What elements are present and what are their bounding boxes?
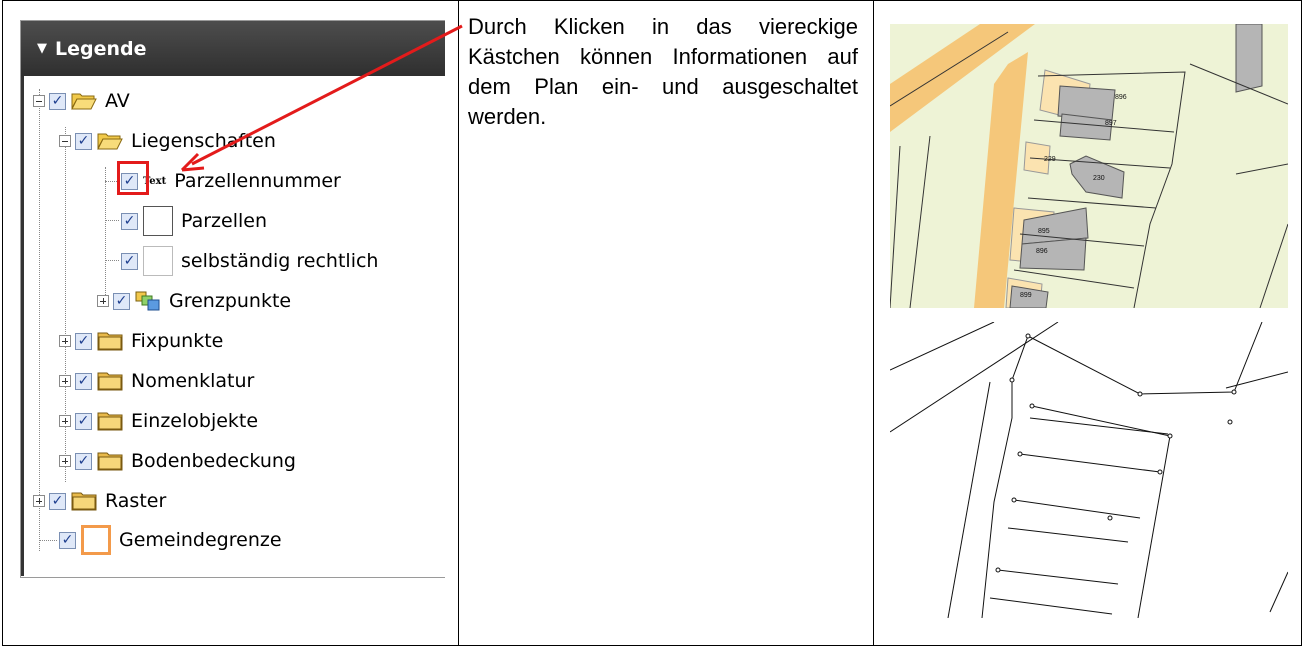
arrow-line bbox=[191, 24, 463, 166]
map-colored bbox=[890, 24, 1288, 308]
parcel-number: 229 bbox=[1044, 156, 1056, 163]
parcel-number: 895 bbox=[1038, 228, 1050, 235]
parcel-number: 896 bbox=[1115, 94, 1127, 101]
instruction-text: Durch Klicken in das viereckige Kästchen… bbox=[468, 14, 858, 129]
parcel-number: 230 bbox=[1093, 175, 1105, 182]
building bbox=[1235, 24, 1263, 93]
building bbox=[1019, 237, 1087, 271]
parcel-number: 897 bbox=[1105, 120, 1117, 127]
map-background bbox=[890, 322, 1288, 618]
map-lines bbox=[890, 322, 1288, 618]
parcel-number: 899 bbox=[1020, 292, 1032, 299]
parcel-number: 896 bbox=[1036, 248, 1048, 255]
